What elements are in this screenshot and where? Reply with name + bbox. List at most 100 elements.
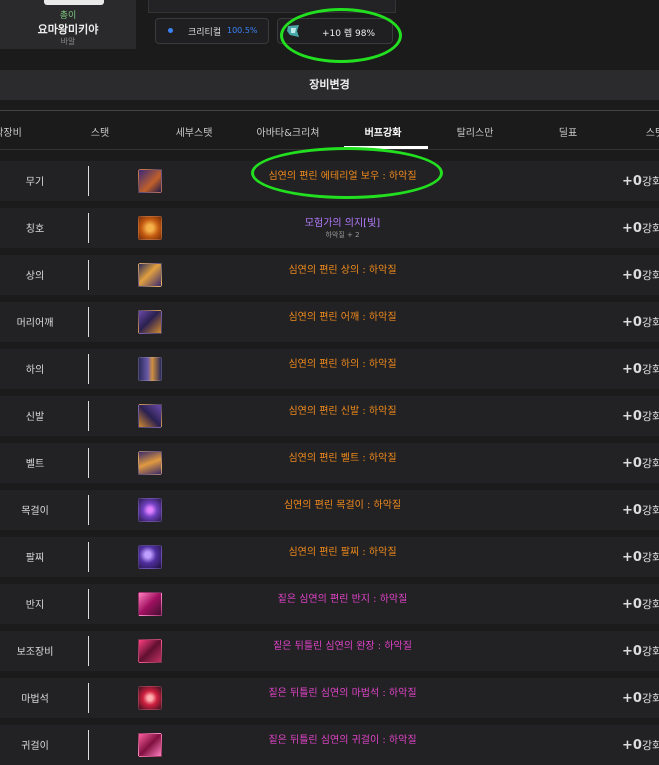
belt-armor-icon[interactable] (138, 451, 162, 475)
enhance-level[interactable]: +0강화 (622, 455, 659, 471)
enhance-level[interactable]: +0강화 (622, 220, 659, 236)
top-armor-icon[interactable] (138, 263, 162, 287)
divider (88, 166, 89, 196)
enhance-level[interactable]: +0강화 (622, 596, 659, 612)
divider (88, 636, 89, 666)
critical-stat-box: 크리티컬 100.5% (155, 18, 269, 44)
tab-equipped[interactable]: 착장비 (0, 124, 22, 139)
character-name: 요마왕미키야 (37, 23, 99, 36)
slot-name: 벨트 (25, 459, 45, 470)
tab-damage-table[interactable]: 딜표 (559, 124, 577, 139)
weapon-bow-icon[interactable] (138, 169, 162, 193)
gem-level-box: +10 렙 98% (277, 18, 393, 44)
enhance-level[interactable]: +0강화 (622, 690, 659, 706)
enhance-level[interactable]: +0강화 (622, 408, 659, 424)
divider (88, 589, 89, 619)
slot-name: 상의 (25, 271, 45, 282)
tab-buff-enhance[interactable]: 버프강화 (365, 124, 402, 139)
item-name[interactable]: 심연의 편린 하의 : 하악질 (200, 355, 485, 370)
slot-name: 무기 (25, 177, 45, 188)
equipment-row: 무기 심연의 편린 에테리얼 보우 : 하악질 +0강화 (0, 161, 659, 201)
item-name[interactable]: 심연의 편린 신발 : 하악질 (200, 402, 485, 417)
title-icon[interactable] (138, 216, 162, 240)
slot-name: 팔찌 (25, 553, 45, 564)
earring-icon[interactable] (138, 733, 162, 757)
character-class: 바알 (60, 37, 76, 46)
item-name[interactable]: 심연의 편린 어깨 : 하악질 (200, 308, 485, 323)
tab-avatar-creature[interactable]: 아바타&크리쳐 (257, 124, 320, 139)
enhance-level[interactable]: +0강화 (622, 502, 659, 518)
divider (88, 730, 89, 760)
slot-name: 목걸이 (21, 506, 49, 517)
enhance-level[interactable]: +0강화 (622, 267, 659, 283)
equipment-row: 상의 심연의 편린 상의 : 하악질 +0강화 (0, 255, 659, 295)
slot-name: 보조장비 (16, 647, 54, 658)
divider (88, 495, 89, 525)
equipment-row: 팔찌 심연의 편린 팔찌 : 하악질 +0강화 (0, 537, 659, 577)
equipment-row: 마법석 짙은 뒤틀린 심연의 마법석 : 하악질 +0강화 (0, 678, 659, 718)
stat-panel (148, 0, 396, 13)
slot-name: 신발 (25, 412, 45, 423)
active-tab-underline (344, 146, 428, 149)
pants-armor-icon[interactable] (138, 357, 162, 381)
slot-name: 마법석 (21, 694, 49, 705)
slot-name: 머리어깨 (16, 318, 54, 329)
necklace-icon[interactable] (138, 498, 162, 522)
tab-stats-2[interactable]: 스탯 (646, 124, 659, 139)
character-portrait (44, 0, 104, 5)
divider (88, 307, 89, 337)
divider (88, 401, 89, 431)
equipment-row: 머리어깨 심연의 편린 어깨 : 하악질 +0강화 (0, 302, 659, 342)
character-card[interactable]: 총이 요마왕미키야 바알 (0, 0, 136, 49)
tab-stats[interactable]: 스탯 (91, 124, 109, 139)
divider (88, 542, 89, 572)
item-name[interactable]: 심연의 편린 상의 : 하악질 (200, 261, 485, 276)
tab-bar: 착장비 스탯 세부스탯 아바타&크리쳐 버프강화 탈리스만 딜표 스탯 (0, 110, 659, 150)
sub-equipment-icon[interactable] (138, 639, 162, 663)
item-name[interactable]: 심연의 편린 목걸이 : 하악질 (200, 496, 485, 511)
ring-icon[interactable] (138, 592, 162, 616)
tab-detail-stats[interactable]: 세부스탯 (176, 124, 213, 139)
equipment-row: 귀걸이 짙은 뒤틀린 심연의 귀걸이 : 하악질 +0강화 (0, 725, 659, 765)
item-name[interactable]: 짙은 심연의 편린 반지 : 하악질 (200, 590, 485, 605)
divider (88, 448, 89, 478)
enhance-level[interactable]: +0강화 (622, 173, 659, 189)
item-name[interactable]: 짙은 뒤틀린 심연의 완장 : 하악질 (200, 637, 485, 652)
slot-name: 반지 (25, 600, 45, 611)
item-name[interactable]: 모험가의 의지[빛] (200, 214, 485, 229)
divider (88, 354, 89, 384)
shoulder-armor-icon[interactable] (138, 310, 162, 334)
item-name[interactable]: 심연의 편린 에테리얼 보우 : 하악질 (200, 167, 485, 182)
enhance-level[interactable]: +0강화 (622, 549, 659, 565)
enhance-level[interactable]: +0강화 (622, 737, 659, 753)
item-sub-text: 하악질 + 2 (325, 231, 360, 239)
section-title: 장비변경 (0, 70, 659, 100)
divider (88, 213, 89, 243)
character-server: 총이 (59, 11, 77, 21)
item-name[interactable]: 심연의 편린 팔찌 : 하악질 (200, 543, 485, 558)
equipment-row: 보조장비 짙은 뒤틀린 심연의 완장 : 하악질 +0강화 (0, 631, 659, 671)
equipment-row: 벨트 심연의 편린 벨트 : 하악질 +0강화 (0, 443, 659, 483)
tab-talisman[interactable]: 탈리스만 (457, 124, 494, 139)
bracelet-icon[interactable] (138, 545, 162, 569)
enhance-level[interactable]: +0강화 (622, 643, 659, 659)
slot-name: 귀걸이 (21, 741, 49, 752)
magic-stone-icon[interactable] (138, 686, 162, 710)
equipment-row: 하의 심연의 편린 하의 : 하악질 +0강화 (0, 349, 659, 389)
item-name[interactable]: 심연의 편린 벨트 : 하악질 (200, 449, 485, 464)
item-name[interactable]: 짙은 뒤틀린 심연의 귀걸이 : 하악질 (200, 731, 485, 746)
divider (88, 260, 89, 290)
critical-label: 크리티컬 (188, 28, 222, 38)
critical-value: 100.5% (227, 26, 258, 35)
slot-name: 칭호 (25, 224, 45, 235)
slot-name: 하의 (25, 365, 45, 376)
top-bar: 총이 요마왕미키야 바알 크리티컬 100.5% +10 렙 98% (0, 0, 659, 70)
divider (88, 683, 89, 713)
enhance-level[interactable]: +0강화 (622, 314, 659, 330)
item-name[interactable]: 짙은 뒤틀린 심연의 마법석 : 하악질 (200, 684, 485, 699)
enhance-level[interactable]: +0강화 (622, 361, 659, 377)
gem-icon (287, 25, 299, 37)
critical-dot-icon (168, 28, 173, 33)
shoes-armor-icon[interactable] (138, 404, 162, 428)
equipment-row: 반지 짙은 심연의 편린 반지 : 하악질 +0강화 (0, 584, 659, 624)
